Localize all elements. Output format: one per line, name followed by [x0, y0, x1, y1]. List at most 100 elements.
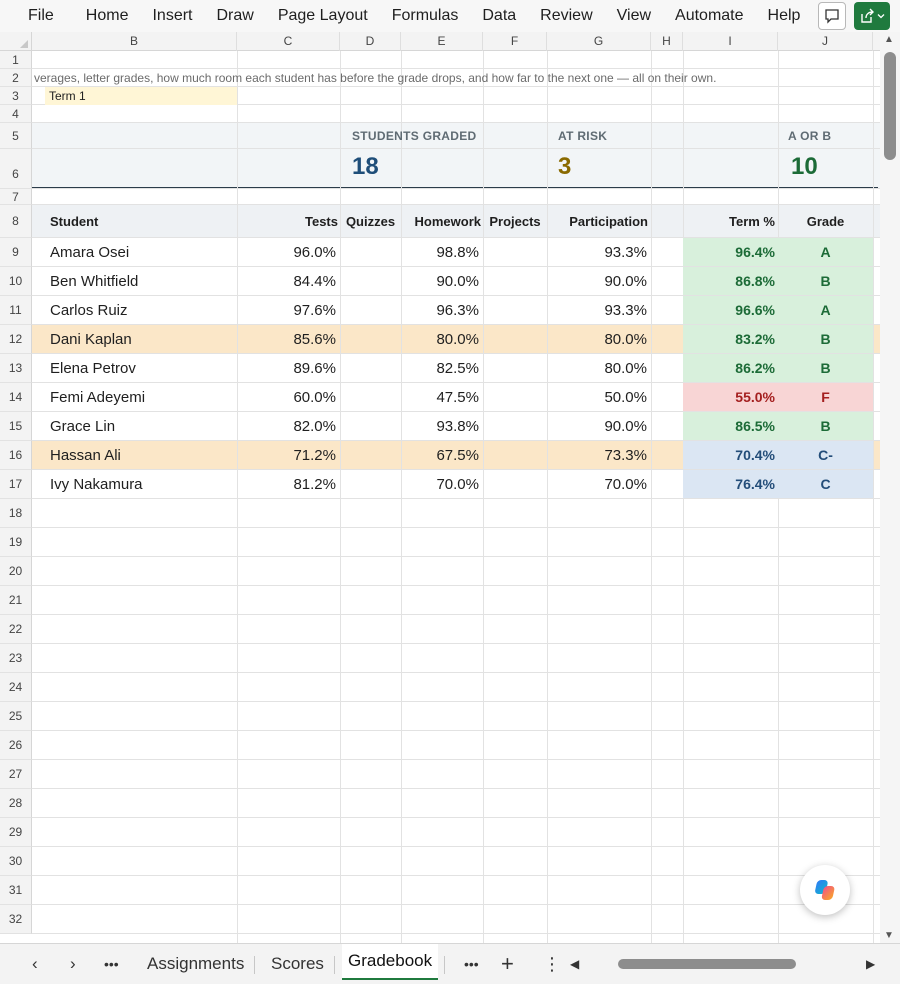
participation-score[interactable]: 70.0%: [547, 470, 651, 499]
letter-grade[interactable]: B: [778, 412, 873, 440]
column-header-d[interactable]: D: [340, 32, 401, 51]
row-header-20[interactable]: 20: [0, 557, 32, 586]
participation-score[interactable]: 90.0%: [547, 267, 651, 296]
share-button[interactable]: [854, 2, 890, 30]
letter-grade[interactable]: B: [778, 325, 873, 353]
menu-review[interactable]: Review: [528, 0, 604, 32]
horizontal-scroll-thumb[interactable]: [618, 959, 796, 969]
header-homework[interactable]: Homework: [401, 205, 483, 238]
letter-grade[interactable]: C-: [778, 441, 873, 469]
select-all-corner[interactable]: [0, 32, 32, 51]
row-header-2[interactable]: 2: [0, 69, 32, 87]
row-header-26[interactable]: 26: [0, 731, 32, 760]
row-header-3[interactable]: 3: [0, 87, 32, 105]
student-name[interactable]: Amara Osei: [50, 238, 235, 267]
term-percent[interactable]: 83.2%: [683, 325, 778, 353]
tab-scores[interactable]: Scores: [271, 944, 324, 984]
worksheet-grid[interactable]: 1 2 3 4 5 6 7 8 9 10 11 12 13 14 15 16 17 18 19 20 21 22 23 24 2…: [0, 51, 880, 943]
vertical-scrollbar[interactable]: ▲ ▼: [880, 32, 900, 943]
student-name[interactable]: Elena Petrov: [50, 354, 235, 383]
menu-data[interactable]: Data: [470, 0, 528, 32]
homework-score[interactable]: 93.8%: [401, 412, 483, 441]
row-header-9[interactable]: 9: [0, 238, 32, 267]
homework-score[interactable]: 47.5%: [401, 383, 483, 412]
student-name[interactable]: Hassan Ali: [50, 441, 235, 470]
homework-score[interactable]: 70.0%: [401, 470, 483, 499]
add-sheet-button[interactable]: +: [501, 944, 514, 984]
student-name[interactable]: Carlos Ruiz: [50, 296, 235, 325]
header-student[interactable]: Student: [32, 205, 237, 238]
student-name[interactable]: Femi Adeyemi: [50, 383, 235, 412]
column-header-c[interactable]: C: [237, 32, 340, 51]
column-header-e[interactable]: E: [401, 32, 483, 51]
column-header-b[interactable]: B: [32, 32, 237, 51]
row-header-13[interactable]: 13: [0, 354, 32, 383]
scroll-up-icon[interactable]: ▲: [884, 34, 894, 45]
letter-grade[interactable]: B: [778, 354, 873, 382]
term-percent[interactable]: 96.4%: [683, 238, 778, 266]
hscroll-right-icon[interactable]: ▶: [866, 944, 875, 984]
row-header-25[interactable]: 25: [0, 702, 32, 731]
term-percent[interactable]: 96.6%: [683, 296, 778, 324]
term-percent[interactable]: 55.0%: [683, 383, 778, 411]
letter-grade[interactable]: A: [778, 296, 873, 324]
row-header-17[interactable]: 17: [0, 470, 32, 499]
tests-score[interactable]: 96.0%: [237, 238, 340, 267]
letter-grade[interactable]: F: [778, 383, 873, 411]
hscroll-left-icon[interactable]: ◀: [570, 944, 579, 984]
menu-page-layout[interactable]: Page Layout: [266, 0, 380, 32]
tab-scroll-right-icon[interactable]: ›: [70, 944, 76, 984]
row-header-6[interactable]: 6: [0, 149, 32, 189]
participation-score[interactable]: 80.0%: [547, 354, 651, 383]
row-header-29[interactable]: 29: [0, 818, 32, 847]
row-header-23[interactable]: 23: [0, 644, 32, 673]
letter-grade[interactable]: B: [778, 267, 873, 295]
row-header-30[interactable]: 30: [0, 847, 32, 876]
letter-grade[interactable]: A: [778, 238, 873, 266]
row-header-8[interactable]: 8: [0, 205, 32, 238]
row-header-1[interactable]: 1: [0, 51, 32, 69]
menu-view[interactable]: View: [605, 0, 663, 32]
student-name[interactable]: Ivy Nakamura: [50, 470, 235, 499]
menu-draw[interactable]: Draw: [204, 0, 265, 32]
tests-score[interactable]: 97.6%: [237, 296, 340, 325]
row-header-18[interactable]: 18: [0, 499, 32, 528]
student-name[interactable]: Grace Lin: [50, 412, 235, 441]
tests-score[interactable]: 82.0%: [237, 412, 340, 441]
homework-score[interactable]: 80.0%: [401, 325, 483, 354]
header-participation[interactable]: Participation: [547, 205, 651, 238]
copilot-button[interactable]: [800, 865, 850, 915]
participation-score[interactable]: 50.0%: [547, 383, 651, 412]
row-header-5[interactable]: 5: [0, 123, 32, 149]
row-header-7[interactable]: 7: [0, 189, 32, 205]
term-label[interactable]: Term 1: [45, 87, 237, 105]
scroll-down-icon[interactable]: ▼: [884, 930, 894, 941]
menu-insert[interactable]: Insert: [140, 0, 204, 32]
comments-button[interactable]: [818, 2, 846, 30]
tab-assignments[interactable]: Assignments: [147, 944, 244, 984]
tests-score[interactable]: 71.2%: [237, 441, 340, 470]
column-header-f[interactable]: F: [483, 32, 547, 51]
homework-score[interactable]: 96.3%: [401, 296, 483, 325]
header-projects[interactable]: Projects: [483, 205, 547, 238]
menu-automate[interactable]: Automate: [663, 0, 755, 32]
column-header-h[interactable]: H: [651, 32, 683, 51]
sheet-options-button[interactable]: ⋮: [543, 944, 561, 984]
term-percent[interactable]: 70.4%: [683, 441, 778, 469]
tests-score[interactable]: 84.4%: [237, 267, 340, 296]
row-header-32[interactable]: 32: [0, 905, 32, 934]
header-grade[interactable]: Grade: [778, 205, 873, 238]
row-header-22[interactable]: 22: [0, 615, 32, 644]
row-header-31[interactable]: 31: [0, 876, 32, 905]
student-name[interactable]: Dani Kaplan: [50, 325, 235, 354]
homework-score[interactable]: 98.8%: [401, 238, 483, 267]
tests-score[interactable]: 89.6%: [237, 354, 340, 383]
row-header-14[interactable]: 14: [0, 383, 32, 412]
term-percent[interactable]: 86.5%: [683, 412, 778, 440]
letter-grade[interactable]: C: [778, 470, 873, 498]
header-quizzes[interactable]: Quizzes: [340, 205, 401, 238]
header-tests[interactable]: Tests: [237, 205, 340, 238]
menu-formulas[interactable]: Formulas: [380, 0, 471, 32]
menu-help[interactable]: Help: [756, 0, 813, 32]
homework-score[interactable]: 90.0%: [401, 267, 483, 296]
